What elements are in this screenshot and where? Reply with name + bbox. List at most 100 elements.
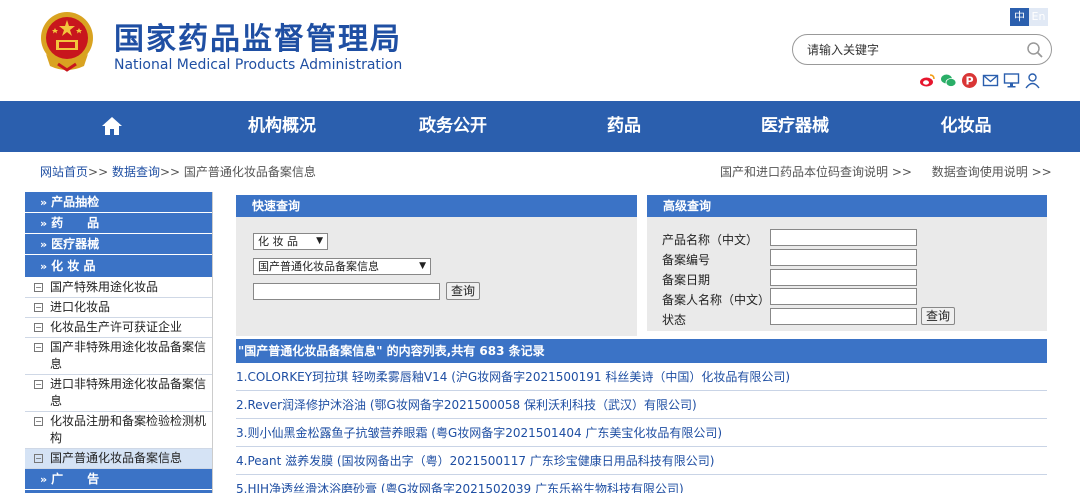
person-p-icon[interactable]: P (961, 72, 978, 89)
sidebar: » 产品抽检 » 药 品 » 医疗器械 » 化 妆 品 − 国产特殊用途化妆品 − 进口化妆… (25, 192, 213, 493)
field-label-registrant-name: 备案人名称（中文） (662, 293, 771, 307)
monitor-icon[interactable] (1003, 72, 1020, 89)
database-select[interactable]: 国产普通化妆品备案信息 ▼ (253, 258, 431, 275)
sidebar-category-drugs[interactable]: » 药 品 (25, 213, 212, 233)
double-chevron-icon: » (40, 238, 48, 251)
weibo-icon[interactable] (919, 72, 936, 89)
page: 国家药品监督管理局 National Medical Products Admi… (0, 0, 1080, 493)
sidebar-category-ads[interactable]: » 广 告 (25, 469, 212, 489)
field-label-record-number: 备案编号 (662, 253, 711, 267)
breadcrumb-data-query-link[interactable]: 数据查询 (112, 165, 160, 179)
advanced-search-title: 高级查询 (647, 195, 1047, 217)
query-usage-help-link[interactable]: 数据查询使用说明 >> (932, 165, 1052, 179)
nav-item-about[interactable]: 机构概况 (232, 101, 332, 152)
quick-search-button[interactable]: 查询 (446, 282, 480, 300)
breadcrumb-home-link[interactable]: 网站首页 (40, 165, 88, 179)
national-emblem-icon (41, 12, 93, 72)
expand-box-icon: − (34, 283, 43, 292)
site-search (792, 34, 1052, 65)
expand-box-icon: − (34, 380, 43, 389)
advanced-search-panel: 高级查询 产品名称（中文） 备案编号 备案日期 备案人名称（中文） 状态 查询 (647, 195, 1047, 331)
home-icon[interactable] (101, 116, 123, 136)
quick-search-title: 快速查询 (236, 195, 637, 217)
nav-item-medical-devices[interactable]: 医疗器械 (745, 101, 845, 152)
quick-search-input[interactable] (253, 283, 440, 300)
breadcrumb-separator: >> (159, 165, 181, 179)
sidebar-item-imported[interactable]: − 进口化妆品 (25, 298, 212, 318)
search-input[interactable] (807, 41, 1017, 59)
user-icon[interactable] (1024, 72, 1041, 89)
result-link[interactable]: 4.Peant 滋养发膜 (国妆网备出字（粤）2021500117 广东珍宝健康… (236, 447, 1047, 475)
sidebar-item-label: 化妆品生产许可获证企业 (50, 320, 183, 334)
sidebar-item-label: 国产非特殊用途化妆品备案信息 (50, 340, 207, 371)
chevron-down-icon: ▼ (316, 236, 323, 246)
sidebar-category-label: 产品抽检 (51, 195, 100, 209)
double-chevron-icon: » (40, 196, 48, 209)
breadcrumb: 网站首页>> 数据查询>> 国产普通化妆品备案信息 (40, 163, 316, 180)
breadcrumb-separator: >> (88, 165, 109, 179)
double-chevron-icon: » (40, 260, 48, 273)
result-link[interactable]: 5.HIH净透丝滑沐浴磨砂膏 (粤G妆网备字2021502039 广东乐裕生物科… (236, 475, 1047, 493)
product-name-input[interactable] (770, 229, 917, 246)
sidebar-item-domestic-special[interactable]: − 国产特殊用途化妆品 (25, 278, 212, 298)
svg-text:P: P (965, 75, 973, 88)
category-select[interactable]: 化 妆 品 ▼ (253, 233, 328, 250)
sidebar-item-label: 国产普通化妆品备案信息 (50, 451, 183, 465)
site-title: 国家药品监督管理局 (114, 22, 402, 57)
social-links: P (919, 72, 1041, 89)
double-chevron-icon: » (40, 217, 48, 230)
registrant-name-input[interactable] (770, 288, 917, 305)
record-date-input[interactable] (770, 269, 917, 286)
field-label-status: 状态 (662, 313, 687, 327)
quick-search-panel: 快速查询 化 妆 品 ▼ 国产普通化妆品备案信息 ▼ 查询 (236, 195, 637, 336)
sidebar-category-sampling[interactable]: » 产品抽检 (25, 192, 212, 212)
nav-item-cosmetics[interactable]: 化妆品 (926, 101, 1006, 152)
category-select-value: 化 妆 品 (258, 235, 298, 248)
sidebar-category-label: 医疗器械 (51, 237, 100, 251)
expand-box-icon: − (34, 343, 43, 352)
wechat-icon[interactable] (940, 72, 957, 89)
sidebar-category-devices[interactable]: » 医疗器械 (25, 234, 212, 254)
result-link[interactable]: 3.则小仙黑金松露鱼子抗皱营养眼霜 (粤G妆网备字2021501404 广东美宝… (236, 419, 1047, 447)
mail-icon[interactable] (982, 72, 999, 89)
sidebar-category-label: 药 品 (51, 216, 100, 230)
sidebar-item-domestic-nonspecial[interactable]: − 国产非特殊用途化妆品备案信息 (25, 338, 212, 375)
results-list: 1.COLORKEY珂拉琪 轻吻柔雾唇釉V14 (沪G妆网备字202150019… (236, 363, 1047, 493)
sidebar-item-label: 化妆品注册和备案检验检测机构 (50, 414, 207, 445)
sidebar-item-label: 进口非特殊用途化妆品备案信息 (50, 377, 207, 408)
sidebar-item-label: 进口化妆品 (50, 300, 111, 314)
sidebar-category-cosmetics[interactable]: » 化 妆 品 (25, 255, 212, 277)
chevron-down-icon: ▼ (419, 261, 426, 271)
site-header: 国家药品监督管理局 National Medical Products Admi… (0, 0, 1080, 101)
field-label-product-name: 产品名称（中文） (662, 233, 759, 247)
breadcrumb-current: 国产普通化妆品备案信息 (183, 165, 316, 179)
expand-box-icon: − (34, 303, 43, 312)
sidebar-item-testing-institutions[interactable]: − 化妆品注册和备案检验检测机构 (25, 412, 212, 449)
help-links: 国产和进口药品本位码查询说明 >> 数据查询使用说明 >> (720, 163, 1068, 180)
lang-zh-button[interactable]: 中 (1010, 8, 1029, 26)
advanced-search-button[interactable]: 查询 (921, 307, 955, 325)
sidebar-item-licensed-enterprises[interactable]: − 化妆品生产许可获证企业 (25, 318, 212, 338)
language-switch: 中 En (1010, 8, 1048, 26)
result-link[interactable]: 2.Rever润泽修护沐浴油 (鄂G妆网备字2021500058 保利沃利科技（… (236, 391, 1047, 419)
double-chevron-icon: » (40, 473, 48, 486)
results-header: "国产普通化妆品备案信息" 的内容列表,共有 683 条记录 (236, 339, 1047, 363)
sidebar-item-imported-nonspecial[interactable]: − 进口非特殊用途化妆品备案信息 (25, 375, 212, 412)
record-number-input[interactable] (770, 249, 917, 266)
site-subtitle: National Medical Products Administration (114, 57, 403, 73)
sidebar-item-domestic-ordinary[interactable]: − 国产普通化妆品备案信息 (25, 449, 212, 469)
expand-box-icon: − (34, 323, 43, 332)
expand-box-icon: − (34, 417, 43, 426)
nav-item-drugs[interactable]: 药品 (584, 101, 664, 152)
sidebar-category-label: 化 妆 品 (51, 259, 96, 273)
main-nav: 机构概况 政务公开 药品 医疗器械 化妆品 (0, 101, 1080, 152)
lang-en-button[interactable]: En (1029, 8, 1048, 26)
nav-item-government-affairs[interactable]: 政务公开 (403, 101, 503, 152)
sidebar-item-label: 国产特殊用途化妆品 (50, 280, 159, 294)
status-input[interactable] (770, 308, 917, 325)
field-label-record-date: 备案日期 (662, 273, 711, 287)
database-select-value: 国产普通化妆品备案信息 (258, 260, 379, 273)
search-icon[interactable] (1026, 41, 1044, 59)
result-link[interactable]: 1.COLORKEY珂拉琪 轻吻柔雾唇釉V14 (沪G妆网备字202150019… (236, 363, 1047, 391)
drug-code-help-link[interactable]: 国产和进口药品本位码查询说明 >> (720, 165, 912, 179)
